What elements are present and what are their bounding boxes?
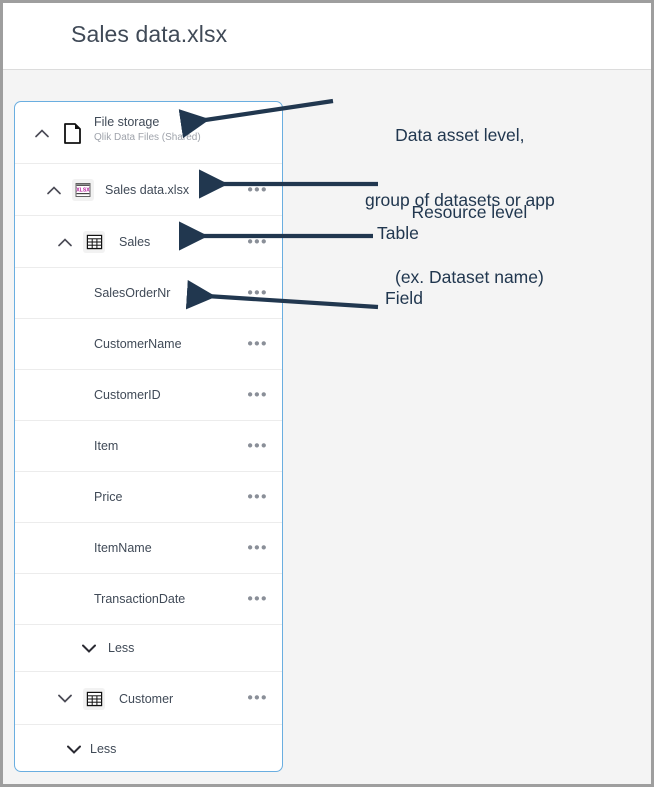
field-menu-button[interactable]: •••: [247, 541, 268, 556]
table-icon: [83, 231, 105, 253]
document-icon: [61, 122, 83, 144]
dataset-label: Sales data.xlsx: [105, 183, 190, 197]
field-menu-button[interactable]: •••: [247, 337, 268, 352]
tree-row-table-customer[interactable]: Customer •••: [15, 672, 282, 725]
less-fields-label: Less: [108, 641, 135, 655]
svg-text:XLSX: XLSX: [76, 188, 90, 194]
page-title: Sales data.xlsx: [71, 21, 228, 47]
annotation-line-1: Resource level: [411, 201, 528, 222]
tree-row-field[interactable]: CustomerName •••: [15, 319, 282, 370]
less-tables-label: Less: [90, 742, 117, 756]
tree-row-file-storage[interactable]: File storage Qlik Data Files (Shared): [15, 102, 282, 164]
tree-row-field[interactable]: SalesOrderNr •••: [15, 268, 282, 319]
chevron-down-icon[interactable]: [66, 741, 82, 757]
tree-row-table-sales[interactable]: Sales •••: [15, 216, 282, 268]
field-menu-button[interactable]: •••: [247, 286, 268, 301]
annotation-line-1: Data asset level,: [395, 124, 525, 145]
field-label: ItemName: [94, 541, 152, 555]
field-label: TransactionDate: [94, 592, 186, 606]
file-storage-sublabel: Qlik Data Files (Shared): [94, 132, 201, 143]
table-sales-label: Sales: [119, 235, 151, 249]
chevron-up-icon[interactable]: [57, 234, 73, 250]
field-label: CustomerID: [94, 388, 161, 402]
field-menu-button[interactable]: •••: [247, 439, 268, 454]
table-customer-menu-button[interactable]: •••: [247, 691, 268, 706]
table-icon: [83, 688, 105, 710]
field-label: SalesOrderNr: [94, 286, 171, 300]
header-bar: Sales data.xlsx: [3, 3, 651, 70]
field-menu-button[interactable]: •••: [247, 592, 268, 607]
tree-row-field[interactable]: ItemName •••: [15, 523, 282, 574]
tree-row-field[interactable]: Item •••: [15, 421, 282, 472]
chevron-up-icon[interactable]: [34, 125, 50, 141]
data-tree-panel: File storage Qlik Data Files (Shared) XL…: [14, 101, 283, 772]
file-storage-text: File storage Qlik Data Files (Shared): [94, 115, 201, 143]
tree-row-less-tables[interactable]: Less: [15, 725, 282, 771]
table-sales-menu-button[interactable]: •••: [247, 234, 268, 249]
annotation-table: Table: [377, 223, 419, 243]
annotation-line-2: group of datasets or app: [365, 190, 555, 211]
annotation-resource: Resource level (ex. Dataset name): [395, 158, 544, 333]
chevron-down-icon[interactable]: [57, 690, 73, 706]
tree-row-field[interactable]: Price •••: [15, 472, 282, 523]
screenshot-frame: Sales data.xlsx File storage Qlik Data F: [0, 0, 654, 787]
field-label: Item: [94, 439, 119, 453]
field-label: Price: [94, 490, 123, 504]
field-menu-button[interactable]: •••: [247, 388, 268, 403]
tree-row-dataset[interactable]: XLSX Sales data.xlsx •••: [15, 164, 282, 216]
table-customer-label: Customer: [119, 692, 174, 706]
dataset-menu-button[interactable]: •••: [247, 182, 268, 197]
field-label: CustomerName: [94, 337, 182, 351]
annotation-data-asset: Data asset level, group of datasets or a…: [365, 81, 555, 256]
file-storage-label: File storage: [94, 115, 160, 129]
tree-row-less-fields[interactable]: Less: [15, 625, 282, 672]
body-area: File storage Qlik Data Files (Shared) XL…: [3, 71, 651, 784]
chevron-up-icon[interactable]: [46, 182, 62, 198]
annotation-field: Field: [385, 288, 423, 308]
tree-row-field[interactable]: CustomerID •••: [15, 370, 282, 421]
xlsx-file-icon: XLSX: [72, 179, 94, 201]
tree-row-field[interactable]: TransactionDate •••: [15, 574, 282, 625]
field-menu-button[interactable]: •••: [247, 490, 268, 505]
chevron-down-icon[interactable]: [81, 640, 97, 656]
annotation-line-2: (ex. Dataset name): [395, 267, 544, 288]
